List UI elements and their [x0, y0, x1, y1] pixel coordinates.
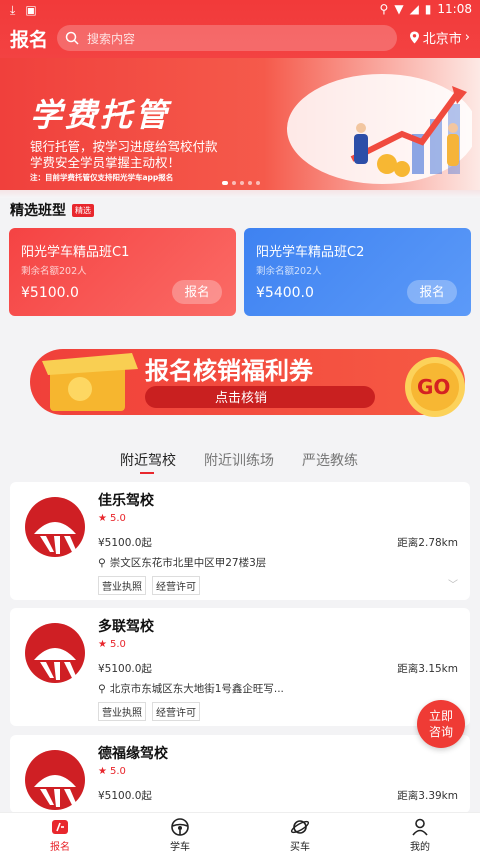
coupon-subtitle: 点击核销	[215, 391, 267, 406]
coupon-go: GO	[417, 375, 450, 399]
school-address: ⚲ 北京市东城区东大地街1号鑫企旺写...	[98, 682, 284, 696]
search-input[interactable]: 搜索内容	[57, 25, 397, 51]
class-price: ¥5100.0	[21, 285, 79, 301]
location-icon: ⚲	[98, 556, 106, 569]
class-remaining: 剩余名额202人	[21, 266, 87, 277]
nav-label: 报名	[50, 842, 70, 853]
star-icon: ★	[98, 513, 107, 524]
signal-icon: ◢	[409, 2, 419, 16]
person-icon	[412, 818, 428, 836]
city-selector[interactable]: 北京市 ›	[409, 28, 470, 47]
school-distance: 距离3.39km	[397, 790, 458, 802]
school-tags: 营业执照 经营许可	[98, 576, 200, 595]
consult-line-1: 立即	[428, 709, 453, 723]
school-rating: ★ 5.0	[98, 766, 126, 777]
school-logo-icon	[25, 497, 85, 557]
signup-button[interactable]: 报名	[172, 280, 222, 304]
banner-note: 注：目前学费托管仅支持阳光学车app报名	[30, 173, 174, 182]
star-icon: ★	[98, 766, 107, 777]
wifi-icon: ▼	[394, 2, 404, 16]
school-name: 德福缘驾校	[98, 746, 168, 762]
school-tabs: 附近驾校 附近训练场 严选教练	[0, 448, 480, 476]
class-remaining: 剩余名额202人	[256, 266, 322, 277]
class-price: ¥5400.0	[256, 285, 314, 301]
coupon-title: 报名核销福利券	[145, 357, 314, 385]
tab-underline	[140, 472, 154, 474]
class-card-c2[interactable]: 阳光学车精品班C2 剩余名额202人 ¥5400.0 报名	[244, 228, 471, 316]
school-card[interactable]: 多联驾校 ★ 5.0 ¥5100.0起 距离3.15km ⚲ 北京市东城区东大地街1…	[10, 608, 470, 726]
promo-banner[interactable]: 学费托管 银行托管，按学习进度给驾校付款 学费安全学员掌握主动权！ 注：目前学费…	[0, 58, 480, 190]
school-card[interactable]: 德福缘驾校 ★ 5.0 ¥5100.0起 距离3.39km	[10, 735, 470, 813]
city-label: 北京市	[422, 32, 462, 47]
school-name: 多联驾校	[98, 619, 154, 635]
location-icon: ⚲	[98, 682, 106, 695]
school-rating: ★ 5.0	[98, 513, 126, 524]
school-address: ⚲ 崇文区东花市北里中区甲27楼3层	[98, 556, 267, 570]
planet-icon	[290, 820, 310, 834]
steering-wheel-icon	[171, 818, 189, 836]
school-distance: 距离3.15km	[397, 663, 458, 675]
status-time: 11:08	[437, 2, 472, 16]
school-logo-icon	[25, 623, 85, 683]
battery-icon: ▮	[424, 2, 432, 16]
location-pin-icon	[409, 31, 419, 44]
status-bar: ⤓ ▣ ⚲ ▼ ◢ ▮ 11:08	[0, 0, 480, 20]
license-tag: 营业执照	[98, 576, 146, 595]
school-name: 佳乐驾校	[98, 493, 154, 509]
bottom-nav: 报名 学车 买车 我的	[0, 812, 480, 853]
school-price: ¥5100.0起	[98, 663, 152, 675]
download-icon: ⤓	[10, 3, 16, 17]
banner-line-2: 学费安全学员掌握主动权！	[30, 155, 181, 170]
banner-pagination	[222, 181, 260, 185]
school-logo-icon	[25, 750, 85, 810]
app-notification-icon: ▣	[25, 3, 37, 17]
permit-tag: 经营许可	[152, 576, 200, 595]
permit-tag: 经营许可	[152, 702, 200, 721]
location-status-icon: ⚲	[379, 2, 389, 16]
school-card[interactable]: 佳乐驾校 ★ 5.0 ¥5100.0起 距离2.78km ⚲ 崇文区东花市北里中区甲…	[10, 482, 470, 600]
tab-nearby-school[interactable]: 附近驾校	[120, 450, 176, 470]
search-placeholder: 搜索内容	[87, 31, 136, 46]
chevron-right-icon: ›	[464, 30, 470, 45]
tab-nearby-training[interactable]: 附近训练场	[204, 450, 274, 470]
coupon-banner[interactable]: 报名核销福利券 点击核销 GO	[10, 331, 470, 431]
banner-title: 学费托管	[30, 96, 171, 134]
school-price: ¥5100.0起	[98, 790, 152, 802]
school-rating: ★ 5.0	[98, 639, 126, 650]
nav-learn[interactable]: 学车	[150, 817, 210, 853]
class-name: 阳光学车精品班C1	[21, 245, 130, 260]
chevron-down-icon[interactable]: ﹀	[448, 576, 458, 591]
class-name: 阳光学车精品班C2	[256, 245, 365, 260]
school-distance: 距离2.78km	[397, 537, 458, 549]
consult-button[interactable]: 立即 咨询	[417, 700, 465, 748]
section-tag: 精选	[72, 203, 94, 217]
top-header: 报名 搜索内容 北京市 ›	[0, 20, 480, 56]
section-header: 精选班型 精选	[10, 200, 94, 220]
nav-label: 学车	[170, 842, 190, 853]
school-price: ¥5100.0起	[98, 537, 152, 549]
nav-label: 我的	[410, 842, 430, 853]
nav-profile[interactable]: 我的	[390, 817, 450, 853]
class-card-c1[interactable]: 阳光学车精品班C1 剩余名额202人 ¥5100.0 报名	[9, 228, 236, 316]
search-icon	[65, 31, 79, 45]
license-tag: 营业执照	[98, 702, 146, 721]
signup-icon	[52, 820, 68, 834]
banner-illustration	[287, 74, 472, 184]
tab-selected-coach[interactable]: 严选教练	[302, 450, 358, 470]
signup-button[interactable]: 报名	[407, 280, 457, 304]
nav-signup[interactable]: 报名	[30, 817, 90, 853]
nav-buy-car[interactable]: 买车	[270, 817, 330, 853]
star-icon: ★	[98, 639, 107, 650]
consult-line-2: 咨询	[428, 725, 453, 739]
nav-label: 买车	[290, 842, 310, 853]
page-title: 报名	[10, 29, 49, 51]
section-title: 精选班型	[10, 203, 66, 219]
school-tags: 营业执照 经营许可	[98, 702, 200, 721]
